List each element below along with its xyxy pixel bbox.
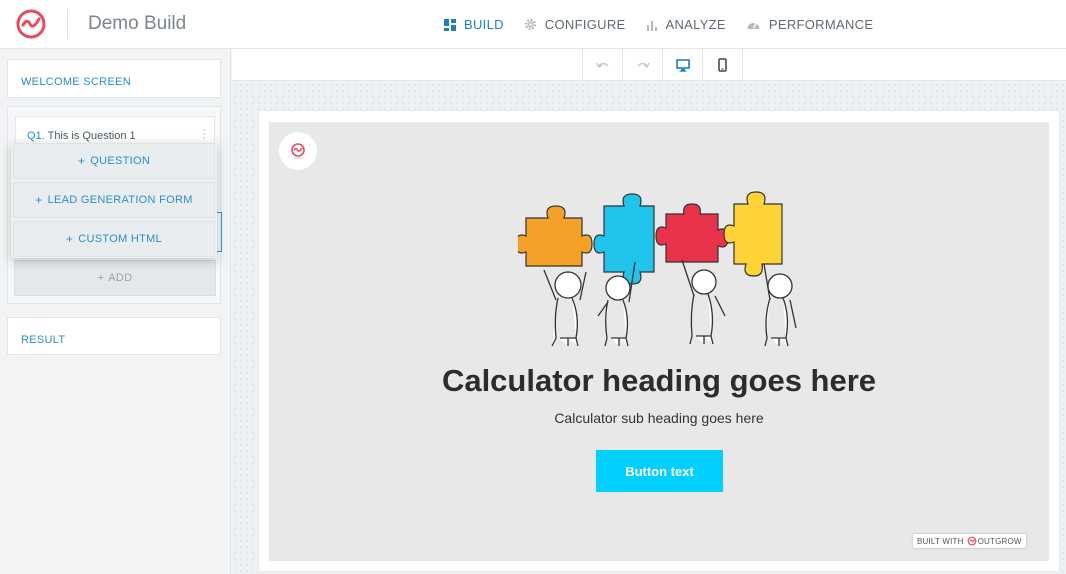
nav-analyze[interactable]: ANALYZE: [646, 17, 726, 32]
more-options-icon[interactable]: · · ·: [202, 125, 206, 144]
undo-icon: [595, 62, 608, 69]
sidebar-item-result[interactable]: RESULT: [7, 317, 221, 355]
outgrow-logo-icon: [967, 536, 976, 546]
menu-item-label: QUESTION: [90, 155, 151, 167]
question-text: This is Question 1: [47, 130, 136, 142]
mobile-icon: [718, 58, 727, 72]
add-button-label: ADD: [108, 272, 133, 284]
redo-button[interactable]: [623, 49, 663, 81]
menu-item-question[interactable]: + QUESTION: [13, 143, 215, 179]
top-bar: Demo Build BUILD CONFIGURE ANALYZE PERFO…: [0, 0, 1066, 49]
question-number: Q1.: [27, 130, 45, 142]
nav-build-label: BUILD: [464, 17, 504, 32]
plus-icon: +: [77, 154, 86, 168]
redo-icon: [637, 62, 650, 69]
device-tool-group: [582, 49, 743, 81]
plus-icon: +: [97, 272, 105, 284]
nav-configure-label: CONFIGURE: [544, 17, 626, 32]
calculator-subheading[interactable]: Calculator sub heading goes here: [269, 410, 1049, 426]
selected-card-edge: [217, 212, 222, 252]
nav-analyze-label: ANALYZE: [665, 17, 726, 32]
sidebar-item-label: WELCOME SCREEN: [21, 76, 131, 88]
menu-item-lead-generation-form[interactable]: + LEAD GENERATION FORM: [13, 182, 215, 218]
calculator-heading[interactable]: Calculator heading goes here: [269, 363, 1049, 399]
nav-build[interactable]: BUILD: [444, 17, 504, 32]
add-menu-popup: + QUESTION + LEAD GENERATION FORM + CUST…: [11, 142, 217, 258]
menu-item-label: CUSTOM HTML: [78, 233, 163, 245]
sidebar: WELCOME SCREEN Q1. This is Question 1 · ·…: [0, 49, 231, 574]
puzzle-team-illustration: [518, 191, 797, 347]
divider: [67, 9, 68, 39]
main-nav: BUILD CONFIGURE ANALYZE PERFORMANCE: [444, 0, 893, 49]
nav-configure[interactable]: CONFIGURE: [524, 17, 626, 32]
undo-button[interactable]: [583, 49, 623, 81]
add-button[interactable]: + ADD: [14, 260, 216, 296]
canvas-toolbar: [232, 49, 1066, 81]
bar-chart-icon: [646, 20, 657, 31]
plus-icon: +: [65, 232, 74, 246]
speedometer-icon: [747, 22, 760, 29]
calculator-logo[interactable]: [279, 132, 317, 170]
built-with-text: BUILT WITH: [917, 536, 964, 546]
desktop-view-button[interactable]: [663, 49, 703, 81]
outgrow-logo-icon: [291, 143, 305, 159]
brand-name: OUTGROW: [977, 536, 1022, 546]
sidebar-item-welcome-screen[interactable]: WELCOME SCREEN: [7, 59, 221, 98]
gear-icon: [524, 18, 536, 31]
app-title: Demo Build: [88, 13, 187, 34]
sidebar-item-label: RESULT: [21, 334, 66, 346]
grid-icon: [444, 18, 456, 31]
menu-item-custom-html[interactable]: + CUSTOM HTML: [13, 221, 215, 257]
outgrow-logo-icon[interactable]: [14, 8, 48, 40]
nav-performance[interactable]: PERFORMANCE: [746, 17, 873, 32]
built-with-badge[interactable]: BUILT WITH OUTGROW: [913, 534, 1026, 548]
cta-button[interactable]: Button text: [596, 450, 723, 492]
menu-item-label: LEAD GENERATION FORM: [47, 194, 193, 206]
desktop-icon: [675, 58, 690, 72]
plus-icon: +: [35, 193, 43, 207]
mobile-view-button[interactable]: [703, 49, 743, 81]
nav-performance-label: PERFORMANCE: [768, 17, 874, 32]
